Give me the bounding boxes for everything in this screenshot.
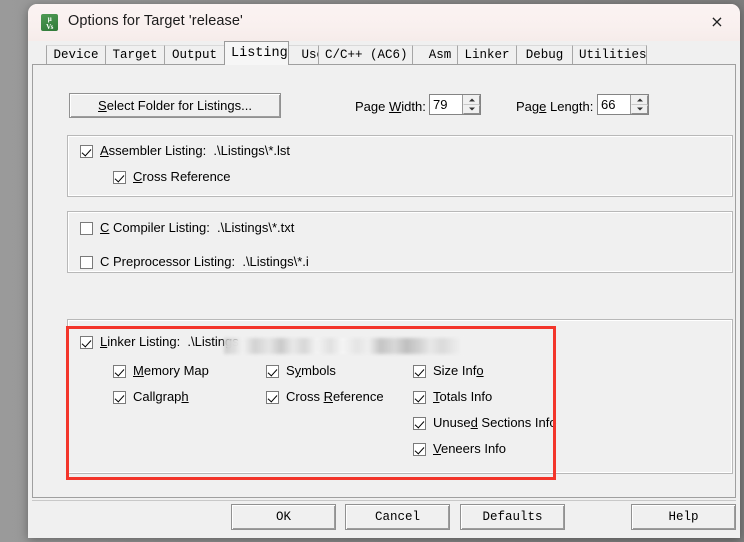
linker-cross-reference-label: Cross Reference	[286, 389, 384, 404]
assembler-listing-checkbox[interactable]	[80, 144, 93, 158]
help-button[interactable]: Help	[631, 504, 736, 530]
page-width-label: Page Width:	[355, 99, 426, 114]
defaults-button-label: Defaults	[482, 510, 543, 524]
assembler-listing-checkbox-row[interactable]: Assembler Listing: .\Listings\*.lst	[80, 144, 290, 158]
select-folder-label: Select Folder for Listings...	[98, 98, 252, 113]
linker-cross-reference-checkbox-row[interactable]: Cross Reference	[266, 390, 384, 404]
linker-listing-checkbox-row[interactable]: Linker Listing: .\Listings	[80, 335, 239, 349]
linker-cross-reference-checkbox[interactable]	[266, 390, 279, 404]
linker-listing-label: Linker Listing: .\Listings	[100, 334, 239, 349]
c-compiler-listing-checkbox-row[interactable]: C Compiler Listing: .\Listings\*.txt	[80, 221, 294, 235]
page-width-stepper[interactable]: 79	[429, 94, 481, 115]
listing-page-content: Select Folder for Listings... Page Width…	[33, 65, 735, 497]
ok-button[interactable]: OK	[231, 504, 336, 530]
linker-memory-map-checkbox[interactable]	[113, 364, 126, 378]
page-length-label: Page Length:	[516, 99, 594, 114]
tab-output[interactable]: Output	[164, 45, 225, 64]
tab-linker[interactable]: Linker	[457, 45, 517, 64]
tab-utilities[interactable]: Utilities	[572, 45, 647, 64]
linker-unused-sections-info-checkbox-row[interactable]: Unused Sections Info	[413, 416, 557, 430]
page-width-down-icon[interactable]	[463, 104, 480, 114]
page-length-up-icon[interactable]	[631, 95, 648, 105]
page-width-arrows[interactable]	[462, 95, 480, 114]
c-compiler-listing-checkbox[interactable]	[80, 221, 93, 235]
linker-callgraph-checkbox[interactable]	[113, 390, 126, 404]
c-preprocessor-listing-checkbox[interactable]	[80, 255, 93, 269]
linker-totals-info-label: Totals Info	[433, 389, 493, 404]
linker-size-info-checkbox-row[interactable]: Size Info	[413, 364, 484, 378]
linker-symbols-checkbox[interactable]	[266, 364, 279, 378]
footer-divider	[32, 500, 736, 501]
linker-memory-map-label: Memory Map	[133, 363, 209, 378]
ok-button-label: OK	[275, 510, 291, 524]
tab-debug[interactable]: Debug	[516, 45, 573, 64]
assembler-listing-label: Assembler Listing: .\Listings\*.lst	[100, 143, 291, 158]
defaults-button[interactable]: Defaults	[460, 504, 565, 530]
linker-listing-checkbox[interactable]	[80, 335, 93, 349]
tab-target[interactable]: Target	[105, 45, 165, 64]
help-button-label: Help	[668, 510, 699, 524]
uvision-icon-glyph-top: μ	[47, 15, 52, 23]
tab-device[interactable]: Device	[46, 45, 106, 64]
page-length-down-icon[interactable]	[631, 104, 648, 114]
linker-size-info-checkbox[interactable]	[413, 364, 426, 378]
options-dialog-window: μ Vs Options for Target 'release' × Devi…	[28, 4, 740, 538]
linker-veneers-info-checkbox[interactable]	[413, 442, 426, 456]
assembler-cross-reference-checkbox[interactable]	[113, 170, 126, 184]
linker-size-info-label: Size Info	[433, 363, 484, 378]
uvision-icon: μ Vs	[41, 14, 58, 31]
redacted-path-blur	[224, 338, 461, 354]
linker-symbols-label: Symbols	[286, 363, 336, 378]
linker-totals-info-checkbox[interactable]	[413, 390, 426, 404]
linker-unused-sections-info-label: Unused Sections Info	[433, 415, 557, 430]
linker-callgraph-checkbox-row[interactable]: Callgraph	[113, 390, 189, 404]
c-preprocessor-listing-label: C Preprocessor Listing: .\Listings\*.i	[100, 254, 309, 269]
page-length-stepper[interactable]: 66	[597, 94, 649, 115]
uvision-icon-glyph-bottom: Vs	[46, 23, 53, 31]
linker-symbols-checkbox-row[interactable]: Symbols	[266, 364, 336, 378]
linker-callgraph-label: Callgraph	[133, 389, 189, 404]
linker-totals-info-checkbox-row[interactable]: Totals Info	[413, 390, 492, 404]
assembler-cross-reference-checkbox-row[interactable]: Cross Reference	[113, 170, 231, 184]
title-bar: μ Vs Options for Target 'release' ×	[28, 4, 740, 41]
linker-memory-map-checkbox-row[interactable]: Memory Map	[113, 364, 209, 378]
select-folder-for-listings-button[interactable]: Select Folder for Listings...	[69, 93, 281, 118]
listing-tab-page: Select Folder for Listings... Page Width…	[32, 64, 736, 498]
close-icon[interactable]: ×	[694, 4, 740, 38]
cancel-button[interactable]: Cancel	[345, 504, 450, 530]
c-compiler-listing-label: C Compiler Listing: .\Listings\*.txt	[100, 220, 295, 235]
page-width-value[interactable]: 79	[430, 95, 462, 114]
linker-unused-sections-info-checkbox[interactable]	[413, 416, 426, 430]
page-length-value[interactable]: 66	[598, 95, 630, 114]
page-length-arrows[interactable]	[630, 95, 648, 114]
tab-c-cpp[interactable]: C/C++ (AC6)	[318, 45, 413, 64]
linker-veneers-info-checkbox-row[interactable]: Veneers Info	[413, 442, 506, 456]
page-width-up-icon[interactable]	[463, 95, 480, 105]
c-preprocessor-listing-checkbox-row[interactable]: C Preprocessor Listing: .\Listings\*.i	[80, 255, 309, 269]
cancel-button-label: Cancel	[374, 510, 420, 524]
tab-strip: Device Target Output Listing User C/C++ …	[28, 41, 740, 65]
linker-veneers-info-label: Veneers Info	[433, 441, 507, 456]
tab-listing[interactable]: Listing	[224, 41, 289, 65]
assembler-cross-reference-label: Cross Reference	[133, 169, 231, 184]
window-title: Options for Target 'release'	[68, 13, 243, 29]
